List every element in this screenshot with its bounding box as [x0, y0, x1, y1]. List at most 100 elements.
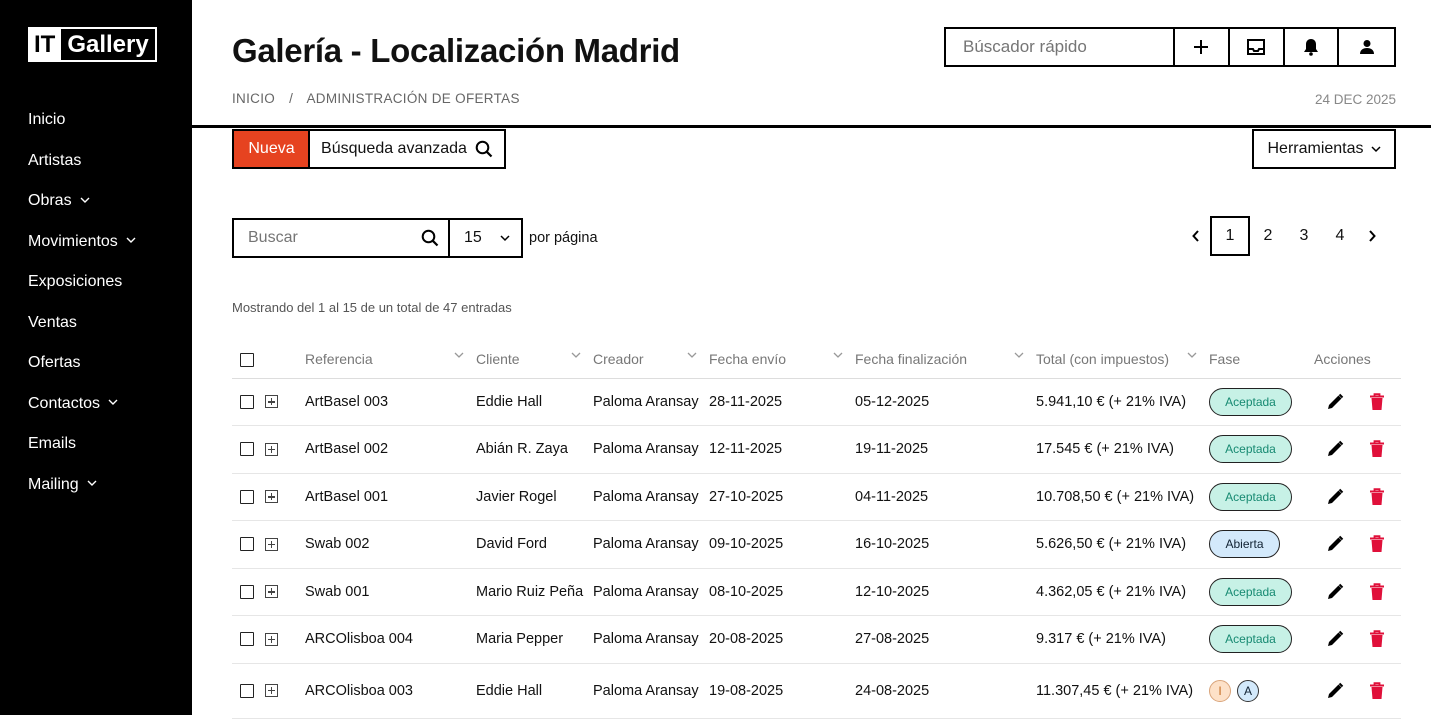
- select-all-checkbox[interactable]: [240, 352, 254, 367]
- sort-chevron-icon: [571, 351, 581, 362]
- cell-total: 10.708,50 € (+ 21% IVA): [1036, 473, 1209, 521]
- column-header-label: Creador: [593, 350, 644, 367]
- tools-dropdown[interactable]: Herramientas: [1252, 129, 1396, 169]
- page-2-button[interactable]: 2: [1250, 216, 1286, 256]
- row-checkbox[interactable]: [240, 683, 254, 698]
- delete-button[interactable]: [1362, 630, 1392, 648]
- cell-total: 5.941,10 € (+ 21% IVA): [1036, 378, 1209, 426]
- row-checkbox[interactable]: [240, 537, 254, 552]
- cell-reference: ARCOlisboa 003: [305, 663, 476, 719]
- page-4-button[interactable]: 4: [1322, 216, 1358, 256]
- search-input[interactable]: [234, 229, 412, 247]
- edit-button[interactable]: [1320, 439, 1350, 459]
- pencil-icon: [1328, 682, 1344, 698]
- cell-end-date: 16-10-2025: [855, 520, 1036, 569]
- cell-reference: ArtBasel 002: [305, 425, 476, 474]
- sidebar: IT Gallery Inicio Artistas Obras Movimiento…: [0, 0, 192, 715]
- edit-button[interactable]: [1320, 392, 1350, 412]
- edit-button[interactable]: [1320, 534, 1350, 554]
- column-header[interactable]: Fecha finalización: [855, 340, 1036, 379]
- advanced-search-label: Búsqueda avanzada: [321, 140, 467, 157]
- delete-button[interactable]: [1362, 488, 1392, 506]
- current-date: 24 DEC 2025: [1314, 92, 1396, 107]
- phase-mini-badge[interactable]: A: [1237, 679, 1259, 702]
- sidebar-item-exposiciones[interactable]: Exposiciones: [28, 262, 136, 303]
- delete-button[interactable]: [1362, 681, 1392, 700]
- delete-button[interactable]: [1362, 535, 1392, 553]
- chevron-down-icon: [80, 196, 90, 207]
- row-checkbox[interactable]: [240, 632, 254, 647]
- next-page-button[interactable]: [1358, 216, 1386, 256]
- delete-button[interactable]: [1362, 393, 1392, 411]
- sort-chevron-icon: [1187, 351, 1197, 362]
- column-header[interactable]: Creador: [593, 340, 709, 379]
- row-checkbox[interactable]: [240, 584, 254, 599]
- page-1-button[interactable]: 1: [1210, 216, 1250, 256]
- expand-row-icon[interactable]: [265, 537, 278, 551]
- sidebar-item-ventas[interactable]: Ventas: [28, 303, 136, 344]
- expand-row-icon[interactable]: [265, 490, 278, 504]
- logo-it: IT: [30, 29, 62, 60]
- inbox-button[interactable]: [1230, 29, 1285, 65]
- delete-button[interactable]: [1362, 440, 1392, 458]
- per-page-select[interactable]: 15: [448, 218, 523, 258]
- edit-button[interactable]: [1320, 487, 1350, 507]
- column-header[interactable]: Cliente: [476, 340, 593, 379]
- edit-button[interactable]: [1320, 582, 1350, 602]
- trash-icon: [1370, 583, 1384, 600]
- cell-sent-date: 28-11-2025: [709, 378, 855, 426]
- cell-creator: Paloma Aransay: [593, 425, 709, 474]
- breadcrumb-home[interactable]: INICIO: [232, 91, 275, 106]
- quick-search-input[interactable]: [946, 29, 1175, 65]
- status-badge: Aceptada: [1209, 435, 1292, 464]
- expand-row-icon[interactable]: [265, 632, 278, 646]
- entries-info: Mostrando del 1 al 15 de un total de 47 …: [232, 300, 512, 315]
- per-page-label: por página: [529, 230, 598, 246]
- sidebar-item-mailing[interactable]: Mailing: [28, 465, 136, 506]
- sidebar-item-inicio[interactable]: Inicio: [28, 100, 136, 141]
- search-icon[interactable]: [412, 229, 448, 247]
- delete-button[interactable]: [1362, 583, 1392, 601]
- column-header-label: Cliente: [476, 350, 520, 367]
- expand-row-icon[interactable]: [265, 585, 278, 599]
- expand-row-icon[interactable]: [265, 442, 278, 456]
- advanced-search-button[interactable]: Búsqueda avanzada: [308, 129, 506, 169]
- row-checkbox[interactable]: [240, 394, 254, 409]
- cell-phase: Aceptada: [1209, 615, 1314, 664]
- edit-button[interactable]: [1320, 681, 1350, 701]
- chevron-left-icon: [1192, 230, 1199, 242]
- page-3-button[interactable]: 3: [1286, 216, 1322, 256]
- add-button[interactable]: [1175, 29, 1230, 65]
- new-offer-button[interactable]: Nueva: [232, 129, 309, 169]
- sidebar-item-contactos[interactable]: Contactos: [28, 384, 136, 425]
- user-button[interactable]: [1339, 29, 1394, 65]
- row-checkbox[interactable]: [240, 442, 254, 457]
- phase-mini-badge[interactable]: I: [1209, 679, 1231, 702]
- table-row: ArtBasel 002 Abián R. Zaya Paloma Aransay 1…: [232, 425, 1401, 474]
- cell-client: Eddie Hall: [476, 663, 593, 719]
- edit-button[interactable]: [1320, 629, 1350, 649]
- notifications-button[interactable]: [1285, 29, 1340, 65]
- column-header[interactable]: Total (con impuestos): [1036, 340, 1209, 379]
- sidebar-item-label: Obras: [28, 192, 72, 210]
- table-row: Swab 002 David Ford Paloma Aransay 09-10-20…: [232, 520, 1401, 569]
- sidebar-item-obras[interactable]: Obras: [28, 181, 136, 222]
- row-checkbox[interactable]: [240, 489, 254, 504]
- sidebar-item-movimientos[interactable]: Movimientos: [28, 222, 136, 263]
- cell-total: 9.317 € (+ 21% IVA): [1036, 615, 1209, 664]
- cell-creator: Paloma Aransay: [593, 615, 709, 664]
- column-header[interactable]: Referencia: [305, 340, 476, 379]
- app-logo[interactable]: IT Gallery: [28, 27, 157, 62]
- sidebar-item-ofertas[interactable]: Ofertas: [28, 343, 136, 384]
- expand-row-icon[interactable]: [265, 684, 278, 698]
- cell-phase: Aceptada: [1209, 378, 1314, 426]
- cell-total: 11.307,45 € (+ 21% IVA): [1036, 663, 1209, 719]
- sidebar-item-emails[interactable]: Emails: [28, 424, 136, 465]
- sort-chevron-icon: [1014, 351, 1024, 362]
- sidebar-item-label: Exposiciones: [28, 273, 123, 291]
- sidebar-item-artistas[interactable]: Artistas: [28, 141, 136, 182]
- column-header[interactable]: Fecha envío: [709, 340, 855, 379]
- table-row: ARCOlisboa 004 Maria Pepper Paloma Aransay…: [232, 615, 1401, 664]
- prev-page-button[interactable]: [1182, 216, 1210, 256]
- expand-row-icon[interactable]: [265, 395, 278, 409]
